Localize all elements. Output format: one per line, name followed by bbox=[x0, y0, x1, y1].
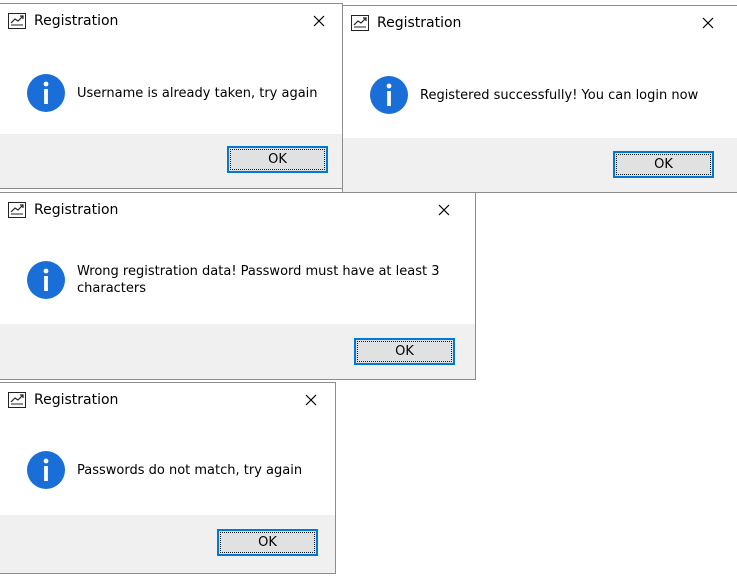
dialog-title: Registration bbox=[377, 15, 462, 31]
dialog-wrong-registration-data: Registration Wrong registration data! Pa… bbox=[0, 192, 476, 380]
title-bar[interactable]: Registration bbox=[0, 193, 475, 227]
dialog-title: Registration bbox=[34, 392, 119, 408]
registration-app-icon bbox=[8, 202, 26, 218]
information-icon bbox=[26, 73, 66, 113]
dialog-footer: OK bbox=[0, 324, 475, 379]
close-icon bbox=[702, 17, 714, 29]
close-icon bbox=[438, 204, 450, 216]
ok-button[interactable]: OK bbox=[217, 529, 318, 556]
dialog-username-taken: Registration Username is already taken, … bbox=[0, 3, 343, 189]
dialog-message: Passwords do not match, try again bbox=[77, 463, 303, 478]
dialog-message: Username is already taken, try again bbox=[77, 86, 318, 101]
ok-button[interactable]: OK bbox=[354, 338, 455, 365]
close-button[interactable] bbox=[421, 193, 467, 227]
registration-app-icon bbox=[351, 15, 369, 31]
dialog-passwords-mismatch: Registration Passwords do not match, try… bbox=[0, 382, 336, 574]
dialog-message: Wrong registration data! Password must h… bbox=[77, 264, 440, 296]
title-bar[interactable]: Registration bbox=[0, 4, 342, 38]
title-bar[interactable]: Registration bbox=[343, 6, 737, 40]
close-button[interactable] bbox=[296, 4, 342, 38]
close-icon bbox=[305, 394, 317, 406]
title-bar[interactable]: Registration bbox=[0, 383, 335, 417]
close-button[interactable] bbox=[685, 6, 731, 40]
ok-button[interactable]: OK bbox=[613, 151, 714, 178]
information-icon bbox=[369, 75, 409, 115]
registration-app-icon bbox=[8, 392, 26, 408]
registration-app-icon bbox=[8, 13, 26, 29]
information-icon bbox=[26, 450, 66, 490]
dialog-footer: OK bbox=[0, 515, 335, 573]
dialog-message: Registered successfully! You can login n… bbox=[420, 88, 699, 103]
information-icon bbox=[26, 260, 66, 300]
dialog-title: Registration bbox=[34, 13, 119, 29]
dialog-registered-successfully: Registration Registered successfully! Yo… bbox=[342, 5, 737, 193]
dialog-title: Registration bbox=[34, 202, 119, 218]
ok-button[interactable]: OK bbox=[227, 146, 328, 173]
dialog-footer: OK bbox=[0, 134, 342, 188]
close-icon bbox=[313, 15, 325, 27]
close-button[interactable] bbox=[288, 383, 334, 417]
dialog-footer: OK bbox=[343, 138, 737, 192]
